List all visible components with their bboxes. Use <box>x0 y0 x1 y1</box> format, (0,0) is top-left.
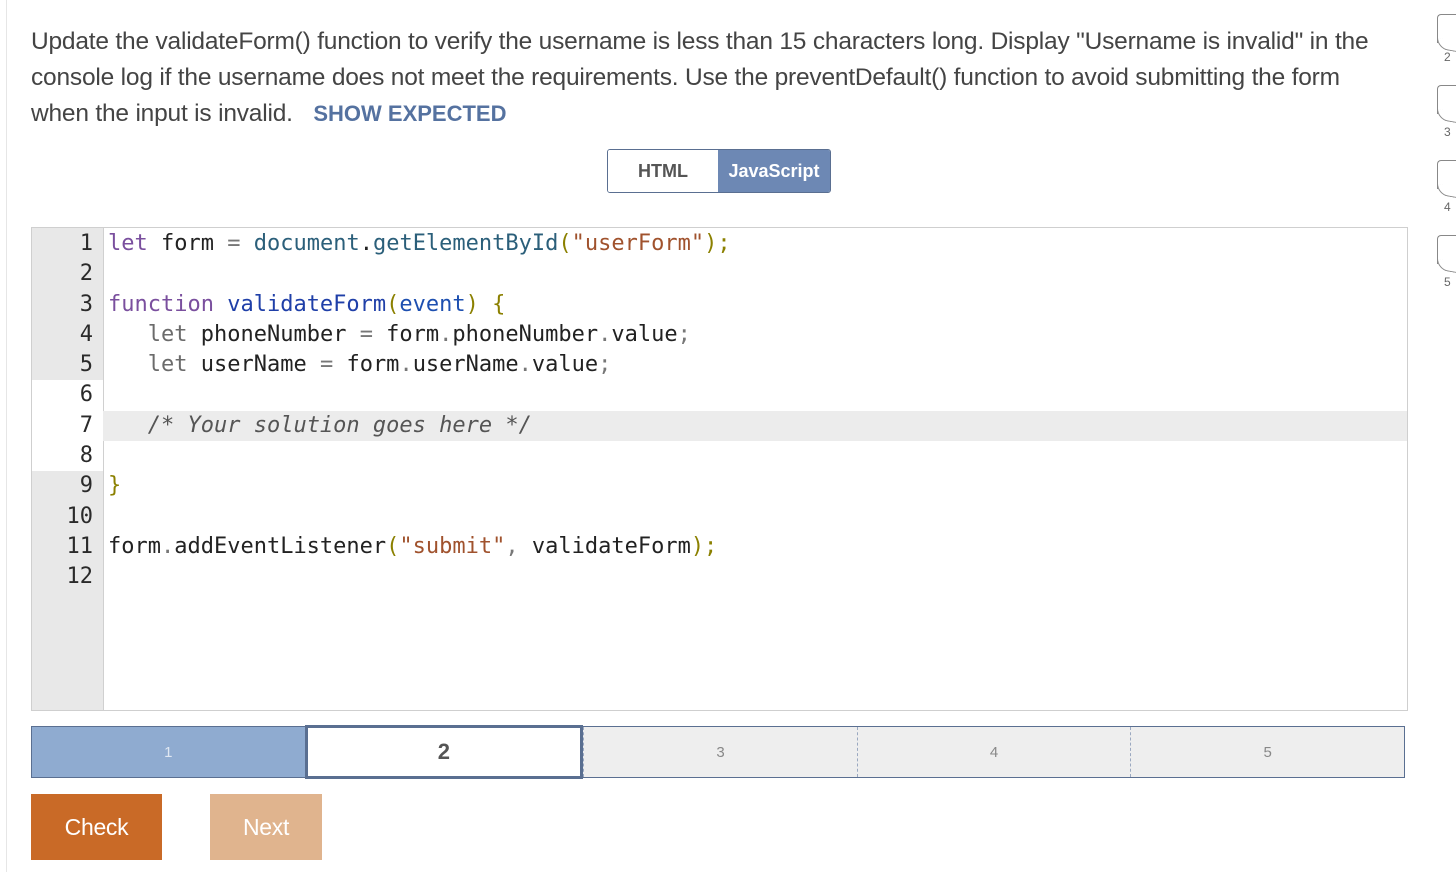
level-segment-3[interactable]: 3 <box>583 727 857 777</box>
code-line[interactable]: 3 function validateForm(event) { <box>32 290 1407 320</box>
code-text: let userName = form.userName.value; <box>147 352 612 378</box>
shield-icon <box>1437 235 1456 264</box>
line-number: 7 <box>32 410 103 442</box>
check-button[interactable]: Check <box>31 794 162 860</box>
code-line[interactable]: 4 let phoneNumber = form.phoneNumber.val… <box>32 320 1407 350</box>
shield-icon <box>1437 85 1456 114</box>
level-segment-5[interactable]: 5 <box>1130 727 1404 777</box>
code-lines[interactable]: 1 let form = document.getElementById("us… <box>32 229 1407 593</box>
code-text: } <box>108 473 122 499</box>
code-line[interactable]: 2 <box>32 259 1407 289</box>
side-level-item[interactable]: 2 <box>1432 10 1456 80</box>
side-level-item[interactable]: 3 <box>1432 85 1456 155</box>
shield-icon <box>1437 14 1456 43</box>
line-number: 3 <box>79 291 93 317</box>
line-number: 11 <box>66 533 94 559</box>
code-line[interactable]: 5 let userName = form.userName.value; <box>32 350 1407 380</box>
level-segment-4[interactable]: 4 <box>856 727 1131 777</box>
side-level-item[interactable]: 5 <box>1432 235 1456 305</box>
code-text: form.addEventListener("submit", validate… <box>108 533 718 559</box>
instructions-text: Update the validateForm() function to ve… <box>31 28 1369 127</box>
line-number: 6 <box>32 380 103 411</box>
line-number: 8 <box>32 441 103 472</box>
side-level-nav: 2 3 4 5 <box>1432 0 1456 300</box>
code-line[interactable]: 1 let form = document.getElementById("us… <box>32 229 1407 259</box>
line-number: 10 <box>66 503 94 529</box>
line-number: 5 <box>79 352 93 378</box>
code-line-active[interactable]: 7 /* Your solution goes here */ <box>32 410 1407 442</box>
code-line[interactable]: 9 } <box>32 471 1407 501</box>
line-number: 9 <box>79 473 93 499</box>
instructions: Update the validateForm() function to ve… <box>31 24 1401 132</box>
side-level-number: 2 <box>1444 50 1451 64</box>
code-text: function validateForm(event) { <box>108 291 506 317</box>
code-line[interactable]: 11 form.addEventListener("submit", valid… <box>32 532 1407 562</box>
line-number: 1 <box>79 231 93 256</box>
code-line[interactable]: 8 <box>32 441 1407 472</box>
side-level-item[interactable]: 4 <box>1432 160 1456 230</box>
code-line[interactable]: 12 <box>32 562 1407 592</box>
side-level-number: 5 <box>1444 275 1451 289</box>
show-expected-link[interactable]: SHOW EXPECTED <box>313 101 506 126</box>
code-text: /* Your solution goes here */ <box>147 412 532 438</box>
side-level-number: 3 <box>1444 125 1451 139</box>
side-level-number: 4 <box>1444 200 1451 214</box>
code-text: let form = document.getElementById("user… <box>108 231 731 256</box>
code-line[interactable]: 6 <box>32 380 1407 411</box>
page-left-border <box>6 0 7 872</box>
next-button[interactable]: Next <box>210 794 322 860</box>
code-editor[interactable]: 1 let form = document.getElementById("us… <box>31 227 1408 711</box>
level-segment-1[interactable]: 1 <box>32 727 305 777</box>
level-segment-2[interactable]: 2 <box>304 725 584 779</box>
level-progress-bar: 1 2 3 4 5 <box>31 725 1405 779</box>
tab-html[interactable]: HTML <box>608 150 718 192</box>
tab-javascript[interactable]: JavaScript <box>718 150 830 192</box>
shield-icon <box>1437 160 1456 189</box>
language-tabs: HTML JavaScript <box>607 149 831 193</box>
code-line[interactable]: 10 <box>32 502 1407 532</box>
code-text: let phoneNumber = form.phoneNumber.value… <box>147 321 691 347</box>
line-number: 2 <box>79 261 93 287</box>
line-number: 4 <box>79 321 93 347</box>
line-number: 12 <box>66 564 94 590</box>
